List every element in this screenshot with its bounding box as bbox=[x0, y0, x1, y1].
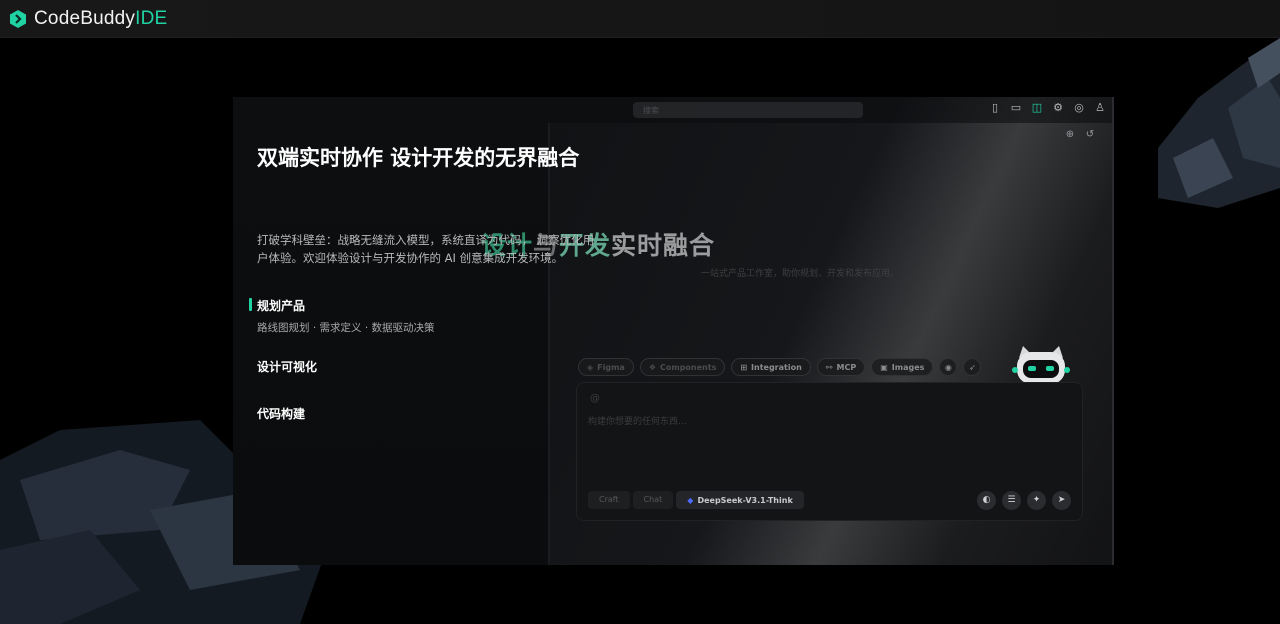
figma-icon: ◈ bbox=[587, 362, 594, 372]
chat-actions: ◐ ☰ ✦ ➤ bbox=[977, 491, 1071, 510]
robot-mascot bbox=[1012, 346, 1070, 384]
model-label: DeepSeek-V3.1-Think bbox=[697, 495, 793, 505]
gear-icon[interactable]: ⚙ bbox=[1052, 102, 1064, 114]
brand-logo-text[interactable]: CodeBuddyIDE bbox=[34, 8, 167, 30]
chip-images[interactable]: ▣ Images bbox=[871, 358, 934, 376]
page-title: 双端实时协作 设计开发的无界融合 bbox=[257, 146, 580, 170]
image-icon: ▣ bbox=[880, 362, 888, 372]
top-bar: CodeBuddyIDE bbox=[0, 0, 1280, 38]
rock-decoration bbox=[1158, 38, 1280, 208]
model-select[interactable]: ◆ DeepSeek-V3.1-Think bbox=[676, 491, 804, 509]
components-icon: ❖ bbox=[648, 362, 656, 372]
list-icon[interactable]: ☰ bbox=[1002, 491, 1021, 510]
chat-input-placeholder[interactable]: 构建你想要的任何东西... bbox=[588, 414, 687, 427]
deepseek-icon: ◆ bbox=[687, 495, 694, 505]
sidebar-left-icon[interactable]: ▯ bbox=[989, 102, 1001, 114]
chip-label: Figma bbox=[597, 362, 625, 372]
hero-word-realtime: 实时融合 bbox=[611, 231, 716, 260]
chip-label: Integration bbox=[751, 362, 802, 372]
palette-icon[interactable]: ◐ bbox=[977, 491, 996, 510]
sparkle-icon[interactable]: ✦ bbox=[1027, 491, 1046, 510]
mcp-icon: ⚯ bbox=[825, 362, 833, 372]
rocket-icon[interactable]: ➶ bbox=[963, 358, 982, 376]
mode-switcher: Craft Chat ◆ DeepSeek-V3.1-Think bbox=[588, 491, 804, 509]
feature-item-plan[interactable]: 规划产品 bbox=[257, 297, 305, 314]
chip-integration[interactable]: ⊞ Integration bbox=[731, 358, 811, 376]
panel-bottom-icon[interactable]: ▭ bbox=[1010, 102, 1022, 114]
chip-mcp[interactable]: ⚯ MCP bbox=[816, 358, 866, 376]
codebuddy-logo-icon[interactable] bbox=[8, 9, 28, 29]
context-chips: ◈ Figma ❖ Components ⊞ Integration ⚯ MCP ▣ Im… bbox=[578, 358, 982, 376]
hero-subtitle: 一站式产品工作室，助你规划、开发和发布应用。 bbox=[700, 269, 899, 279]
panel-divider bbox=[548, 123, 550, 565]
page-description: 打破学科壁垒：战略无缝流入模型，系统直译为代码， 洞察优化用户体验。欢迎体验设计… bbox=[257, 233, 595, 265]
user-icon[interactable]: ♙ bbox=[1094, 102, 1106, 114]
chip-label: MCP bbox=[836, 362, 857, 372]
chip-label: Images bbox=[891, 362, 925, 372]
search-input[interactable]: 搜索 bbox=[633, 102, 863, 118]
preview-toolbar: 搜索 ▯ ▭ ◫ ⚙ ◎ ♙ bbox=[548, 97, 1112, 123]
chip-components[interactable]: ❖ Components bbox=[639, 358, 726, 376]
chip-figma[interactable]: ◈ Figma bbox=[578, 358, 634, 376]
mode-chat[interactable]: Chat bbox=[632, 491, 674, 509]
browser-icon[interactable]: ◎ bbox=[1073, 102, 1085, 114]
mode-craft[interactable]: Craft bbox=[588, 491, 630, 509]
history-icon[interactable]: ↺ bbox=[1084, 129, 1096, 141]
chip-label: Components bbox=[660, 362, 717, 372]
integration-icon: ⊞ bbox=[740, 362, 748, 372]
brand-suffix: IDE bbox=[135, 7, 168, 29]
sidebar-right-icon[interactable]: ◫ bbox=[1031, 102, 1043, 114]
active-indicator bbox=[249, 298, 252, 311]
new-chat-icon[interactable]: ⊕ bbox=[1064, 129, 1076, 141]
feature-item-plan-sub: 路线图规划 · 需求定义 · 数据驱动决策 bbox=[257, 322, 435, 334]
mention-button[interactable]: @ bbox=[590, 393, 600, 404]
feature-item-design[interactable]: 设计可视化 bbox=[257, 358, 317, 375]
send-icon[interactable]: ➤ bbox=[1052, 491, 1071, 510]
brand-name: CodeBuddy bbox=[34, 7, 136, 29]
eye-icon[interactable]: ◉ bbox=[939, 358, 958, 376]
feature-item-code[interactable]: 代码构建 bbox=[257, 405, 305, 422]
